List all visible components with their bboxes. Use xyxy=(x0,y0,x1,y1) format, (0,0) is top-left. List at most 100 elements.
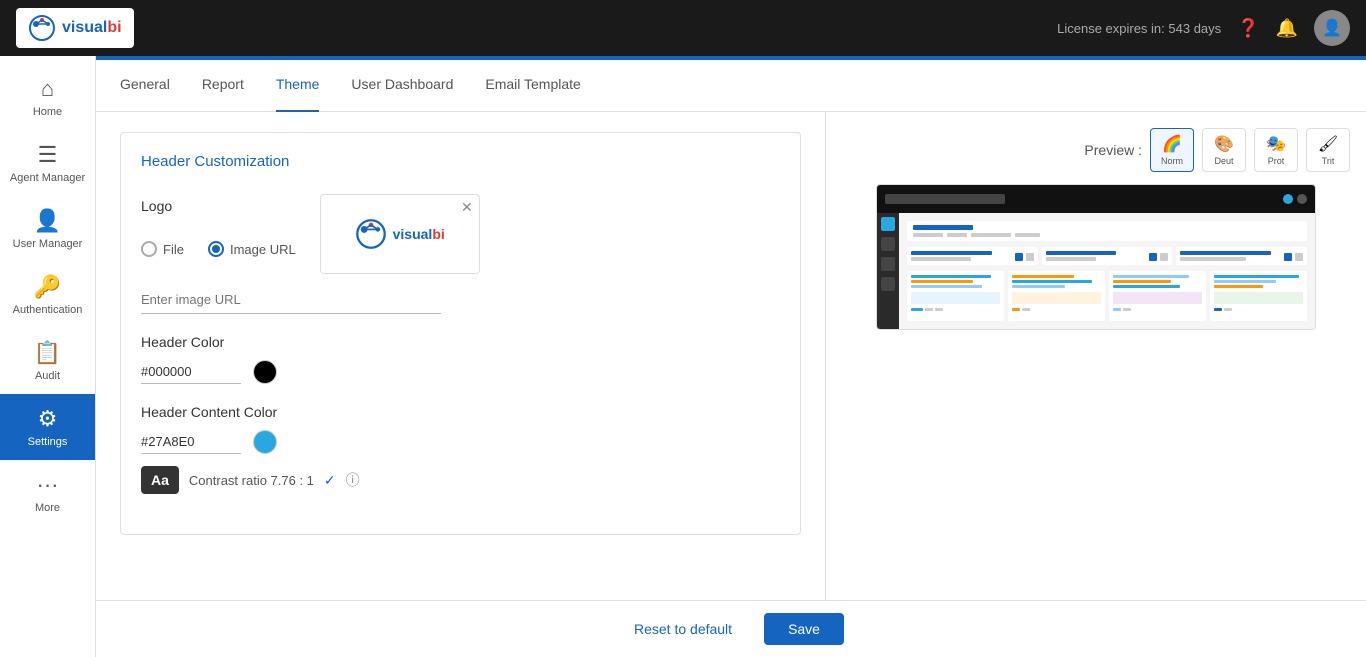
sidebar-item-settings[interactable]: ⚙ Settings xyxy=(0,394,95,460)
tab-report[interactable]: Report xyxy=(202,60,244,112)
agent-manager-icon: ☰ xyxy=(38,142,58,168)
trit-label: Trit xyxy=(1322,156,1335,166)
header-color-input[interactable] xyxy=(141,360,241,384)
audit-icon: 📋 xyxy=(34,340,61,366)
sidebar-item-authentication[interactable]: 🔑 Authentication xyxy=(0,262,95,328)
sidebar-label-more: More xyxy=(35,502,60,514)
content-body: Header Customization Logo File Image URL xyxy=(96,112,1366,600)
mock-title-line xyxy=(913,225,973,230)
sidebar-label-user-manager: User Manager xyxy=(13,238,83,250)
user-avatar[interactable]: 👤 xyxy=(1314,10,1350,46)
header-color-field-group: Header Color xyxy=(141,334,780,384)
norm-label: Norm xyxy=(1161,156,1183,166)
sidebar-item-more[interactable]: ··· More xyxy=(0,460,95,526)
tab-user-dashboard[interactable]: User Dashboard xyxy=(351,60,453,112)
sidebar-item-audit[interactable]: 📋 Audit xyxy=(0,328,95,394)
prot-label: Prot xyxy=(1268,156,1285,166)
preview-mode-norm[interactable]: 🌈 Norm xyxy=(1150,128,1194,172)
sidebar-item-home[interactable]: ⌂ Home xyxy=(0,64,95,130)
mock-sidebar-dim-2 xyxy=(881,257,895,271)
vbi-icon xyxy=(28,14,56,42)
sidebar-item-agent-manager[interactable]: ☰ Agent Manager xyxy=(0,130,95,196)
mock-sidebar-dim-3 xyxy=(881,277,895,291)
app-logo: visualbi xyxy=(16,8,134,48)
sidebar-label-authentication: Authentication xyxy=(13,304,83,316)
main-layout: ⌂ Home ☰ Agent Manager 👤 User Manager 🔑 … xyxy=(0,56,1366,657)
check-icon: ✓ xyxy=(324,472,336,489)
image-url-radio-option[interactable]: Image URL xyxy=(208,241,296,257)
preview-logo-icon xyxy=(355,218,387,250)
home-icon: ⌂ xyxy=(41,76,54,102)
mock-header xyxy=(877,185,1315,213)
logo-radio-group: File Image URL ✕ xyxy=(141,224,780,274)
info-icon[interactable]: ⓘ xyxy=(346,470,360,490)
deut-label: Deut xyxy=(1214,156,1233,166)
mock-stat-3 xyxy=(1176,247,1307,265)
prot-icon: 🎭 xyxy=(1266,134,1286,154)
header-content-color-input[interactable] xyxy=(141,430,241,454)
mock-sub-line-3 xyxy=(971,233,1011,237)
file-radio-label: File xyxy=(163,242,184,257)
header-content-color-field-group: Header Content Color Aa Contrast ratio 7… xyxy=(141,404,780,494)
section-title: Header Customization xyxy=(141,153,780,178)
preview-mode-deut[interactable]: 🎨 Deut xyxy=(1202,128,1246,172)
dashboard-preview-mockup xyxy=(876,184,1316,330)
mock-stat-2 xyxy=(1042,247,1173,265)
deut-icon: 🎨 xyxy=(1214,134,1234,154)
preview-logo: visualbi xyxy=(355,218,445,250)
logo-text: visualbi xyxy=(62,19,122,37)
tab-theme[interactable]: Theme xyxy=(276,60,320,112)
sidebar-label-settings: Settings xyxy=(28,436,68,448)
mock-chart-2 xyxy=(1008,271,1105,321)
sidebar-item-user-manager[interactable]: 👤 User Manager xyxy=(0,196,95,262)
mock-content xyxy=(899,213,1315,329)
image-url-radio-circle[interactable] xyxy=(208,241,224,257)
preview-mode-trit[interactable]: 🖌 Trit xyxy=(1306,128,1350,172)
trit-icon: 🖌 xyxy=(1318,134,1338,154)
tab-general[interactable]: General xyxy=(120,60,170,112)
norm-icon: 🌈 xyxy=(1162,134,1182,154)
header-color-row xyxy=(141,360,780,384)
header-color-swatch[interactable] xyxy=(253,360,277,384)
left-panel: Header Customization Logo File Image URL xyxy=(96,112,826,600)
close-preview-button[interactable]: ✕ xyxy=(461,199,473,216)
mock-sub-line-4 xyxy=(1015,233,1040,237)
file-radio-circle[interactable] xyxy=(141,241,157,257)
header-content-color-row xyxy=(141,430,780,454)
tabs-bar: General Report Theme User Dashboard Emai… xyxy=(96,60,1366,112)
reset-button[interactable]: Reset to default xyxy=(618,613,748,645)
save-button[interactable]: Save xyxy=(764,613,844,645)
mock-dot-blue xyxy=(1283,194,1293,204)
mock-body xyxy=(877,213,1315,329)
bell-icon[interactable]: 🔔 xyxy=(1276,18,1298,39)
tab-email-template[interactable]: Email Template xyxy=(485,60,580,112)
sidebar: ⌂ Home ☰ Agent Manager 👤 User Manager 🔑 … xyxy=(0,56,96,657)
image-url-input[interactable] xyxy=(141,286,441,314)
preview-label: Preview : xyxy=(1084,142,1142,158)
mock-chart-4 xyxy=(1210,271,1307,321)
header-content-color-swatch[interactable] xyxy=(253,430,277,454)
more-icon: ··· xyxy=(37,472,59,498)
sidebar-label-audit: Audit xyxy=(35,370,60,382)
mock-sidebar-selected xyxy=(881,217,895,231)
header-content-color-label: Header Content Color xyxy=(141,404,780,420)
mock-title-bar xyxy=(907,221,1307,241)
contrast-text: Contrast ratio 7.76 : 1 xyxy=(189,473,314,488)
file-radio-option[interactable]: File xyxy=(141,241,184,257)
mock-header-dots xyxy=(1283,194,1307,204)
settings-icon: ⚙ xyxy=(38,406,58,432)
mock-sidebar xyxy=(877,213,899,329)
header-right: License expires in: 543 days ❓ 🔔 👤 xyxy=(1057,10,1350,46)
image-url-radio-label: Image URL xyxy=(230,242,296,257)
visualbi-logo: visualbi xyxy=(28,14,122,42)
contrast-row: Aa Contrast ratio 7.76 : 1 ✓ ⓘ xyxy=(141,466,780,494)
preview-logo-text: visualbi xyxy=(393,226,445,242)
logo-field-group: Logo File Image URL xyxy=(141,198,780,314)
image-preview: ✕ xyxy=(320,194,480,274)
mock-stat-row-1 xyxy=(907,247,1307,265)
sidebar-label-home: Home xyxy=(33,106,62,118)
help-icon[interactable]: ❓ xyxy=(1237,18,1259,39)
top-header: visualbi License expires in: 543 days ❓ … xyxy=(0,0,1366,56)
preview-mode-prot[interactable]: 🎭 Prot xyxy=(1254,128,1298,172)
mock-sub-line-1 xyxy=(913,233,943,237)
